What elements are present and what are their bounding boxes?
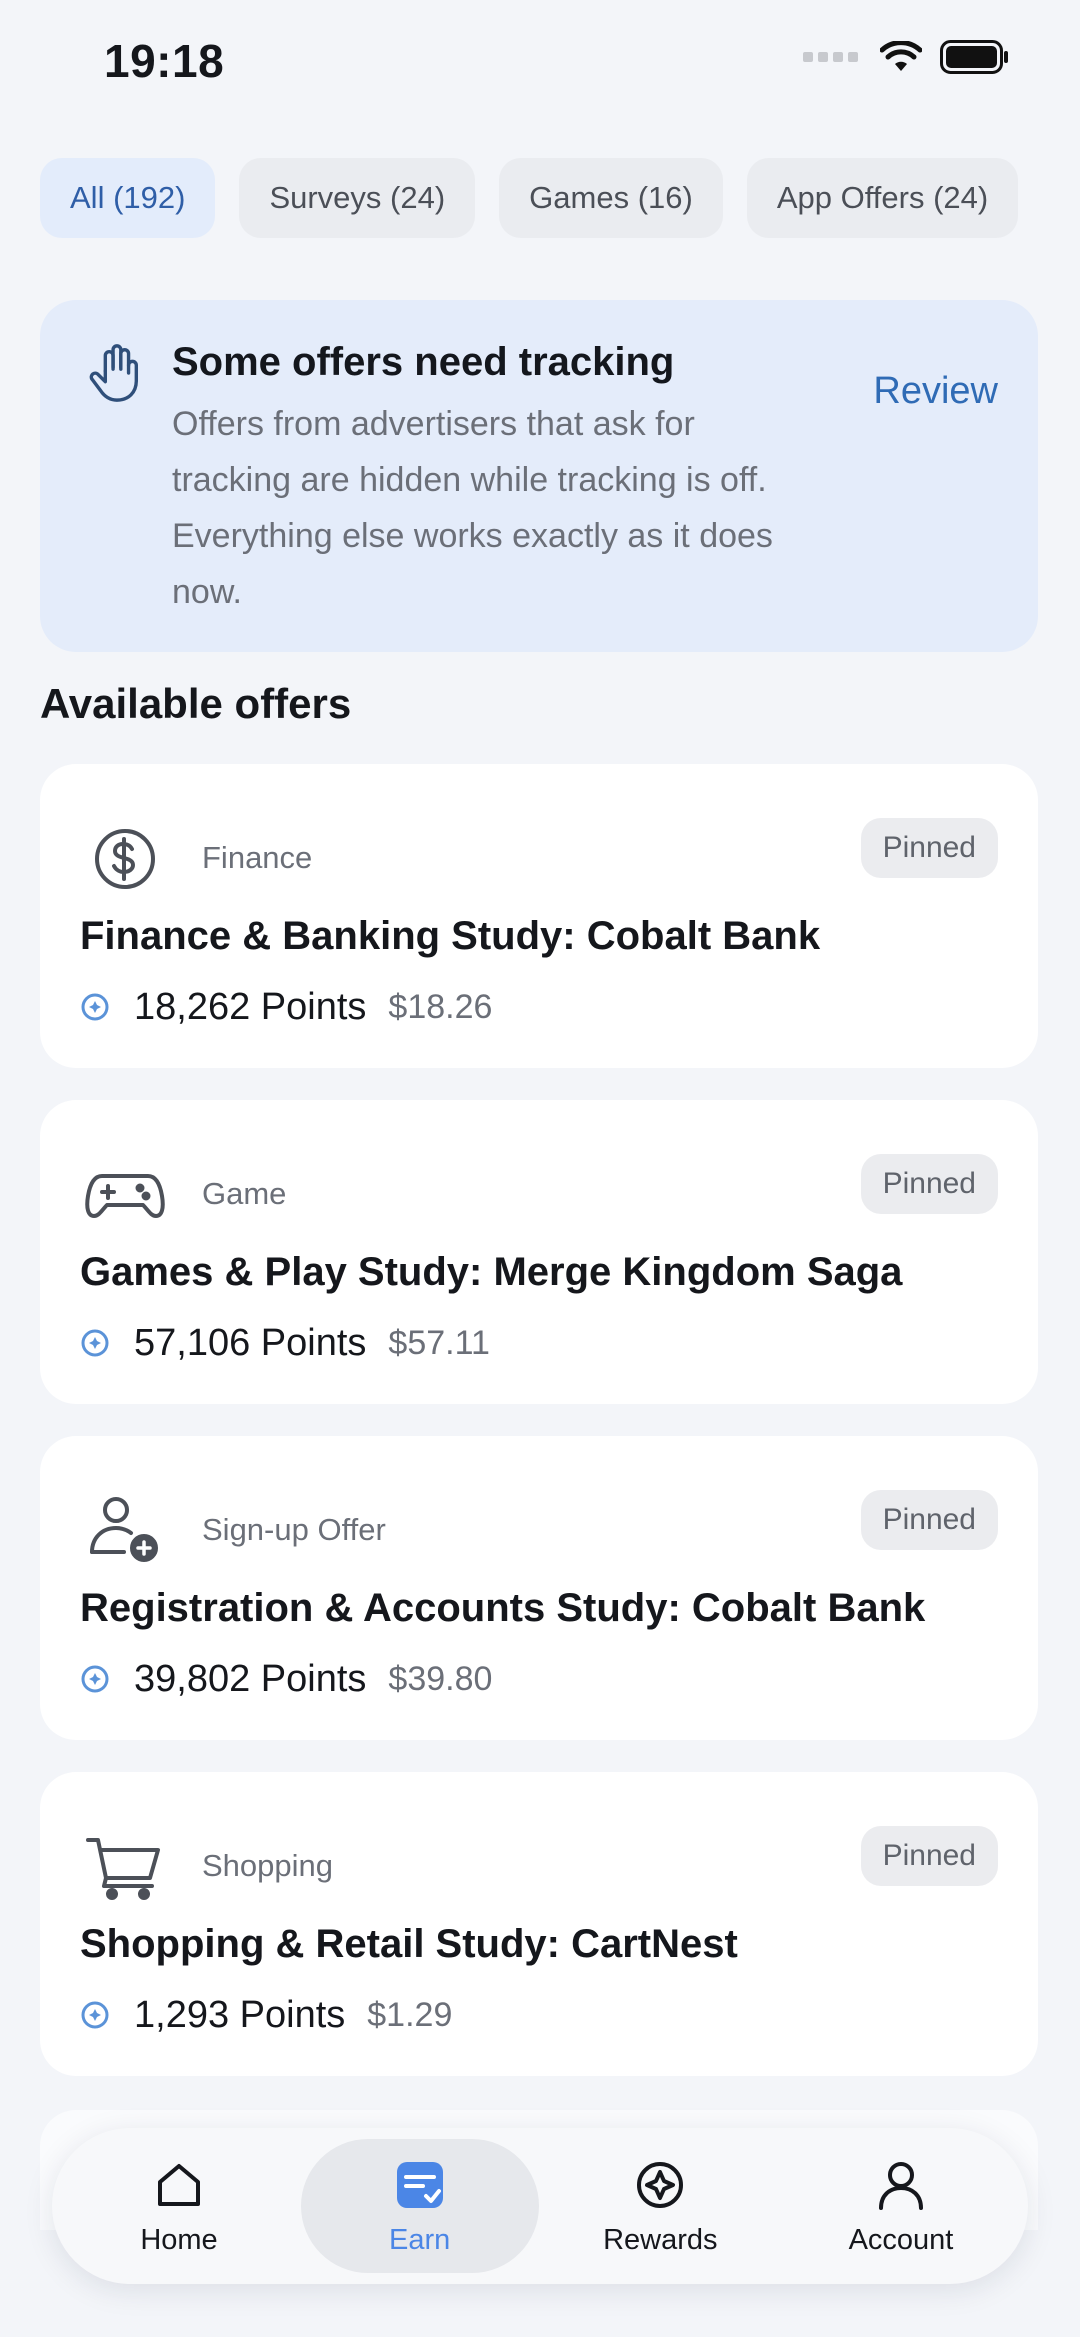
offer-points: 39,802 Points	[134, 1657, 367, 1700]
cart-icon	[86, 1838, 160, 1900]
wifi-icon	[880, 41, 922, 71]
offer-title: Shopping & Retail Study: CartNest	[80, 1922, 738, 1966]
offer-category: Sign-up Offer	[202, 1512, 386, 1547]
nav-earn-label: Earn	[389, 2223, 451, 2256]
points-icon	[81, 993, 109, 1021]
offer-title: Registration & Accounts Study: Cobalt Ba…	[80, 1586, 926, 1630]
offer-category: Game	[202, 1176, 287, 1211]
offer-category: Shopping	[202, 1848, 334, 1883]
offer-points: 18,262 Points	[134, 985, 367, 1028]
dollar-icon	[95, 829, 155, 889]
offer-card[interactable]: Sign-up Offer Pinned Registration & Acco…	[40, 1436, 1038, 1740]
tracking-banner: Some offers need tracking Offers from ad…	[40, 300, 1038, 652]
rewards-icon	[637, 2161, 684, 2208]
battery-icon	[940, 40, 1008, 74]
hand-icon	[89, 344, 139, 402]
nav-rewards-label: Rewards	[603, 2223, 718, 2256]
status-icons	[803, 40, 1010, 74]
offer-card[interactable]: Game Pinned Games & Play Study: Merge Ki…	[40, 1100, 1038, 1404]
home-icon	[158, 2163, 200, 2206]
filter-chips: All (192) Surveys (24) Games (16) App Of…	[40, 158, 1040, 240]
offer-reward: 1,293 Points $1.29	[80, 1990, 452, 2040]
bottom-navigation: Home Earn Rewards Account	[52, 2128, 1028, 2284]
status-time: 19:18	[104, 35, 225, 87]
nav-rewards[interactable]: Rewards	[541, 2139, 779, 2273]
points-icon	[81, 2001, 109, 2029]
account-icon	[878, 2161, 923, 2210]
offer-dollars: $57.11	[388, 1323, 490, 1362]
pinned-badge: Pinned	[860, 1490, 998, 1550]
user-plus-icon	[90, 1497, 158, 1562]
nav-earn[interactable]: Earn	[300, 2139, 539, 2273]
filter-chip-games[interactable]: Games (16)	[499, 158, 723, 238]
offer-category: Finance	[202, 840, 313, 875]
offer-title: Games & Play Study: Merge Kingdom Saga	[80, 1250, 903, 1294]
nav-account[interactable]: Account	[782, 2139, 1020, 2273]
filter-chip-all[interactable]: All (192)	[40, 158, 216, 238]
gamepad-icon	[85, 1174, 165, 1218]
offer-card[interactable]: Shopping Pinned Shopping & Retail Study:…	[40, 1772, 1038, 2076]
pinned-badge: Pinned	[860, 818, 998, 878]
pinned-badge: Pinned	[860, 1826, 998, 1886]
banner-title: Some offers need tracking	[172, 340, 675, 384]
filter-chip-surveys[interactable]: Surveys (24)	[239, 158, 476, 238]
offer-dollars: $18.26	[388, 987, 493, 1026]
earn-screen: 19:18 All (192) Surveys (24) Games (16) …	[0, 0, 1080, 2337]
points-icon	[81, 1329, 109, 1357]
offer-reward: 39,802 Points $39.80	[80, 1654, 492, 1704]
offer-reward: 57,106 Points $57.11	[80, 1318, 490, 1368]
nav-home[interactable]: Home	[60, 2139, 298, 2273]
section-title: Available offers	[40, 680, 352, 727]
offer-points: 57,106 Points	[134, 1321, 367, 1364]
offer-dollars: $1.29	[367, 1995, 453, 2034]
offer-title: Finance & Banking Study: Cobalt Bank	[80, 914, 821, 958]
nav-account-label: Account	[848, 2223, 954, 2256]
status-bar: 19:18	[0, 0, 1080, 120]
filter-chip-app-offers[interactable]: App Offers (24)	[746, 158, 1019, 238]
nav-home-label: Home	[140, 2223, 218, 2256]
earn-icon	[396, 2161, 443, 2208]
offer-points: 1,293 Points	[134, 1993, 346, 2036]
cellular-signal-icon	[803, 52, 858, 62]
points-icon	[81, 1665, 109, 1693]
review-button[interactable]: Review	[873, 370, 998, 413]
offer-dollars: $39.80	[388, 1659, 493, 1698]
banner-text: Offers from advertisers that ask for tra…	[172, 405, 773, 611]
pinned-badge: Pinned	[860, 1154, 998, 1214]
offer-reward: 18,262 Points $18.26	[80, 982, 492, 1032]
offer-card[interactable]: Finance Pinned Finance & Banking Study: …	[40, 764, 1038, 1068]
